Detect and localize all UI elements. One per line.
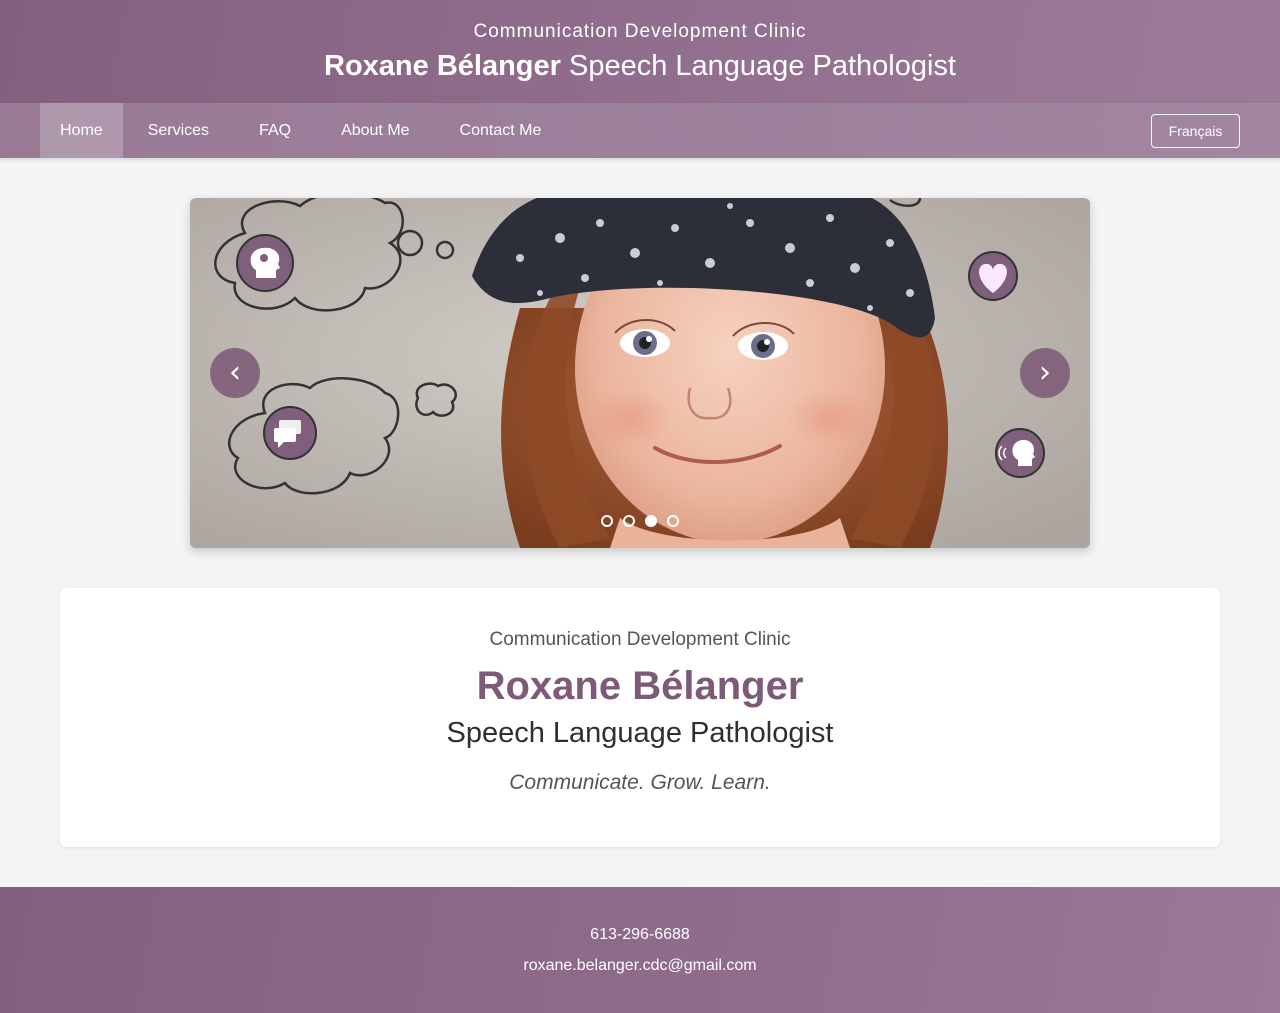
intro-practitioner-name: Roxane Bélanger [476,664,804,708]
speaking-head-icon [995,428,1045,478]
carousel-dot-2[interactable] [623,515,635,527]
header-title: Roxane Bélanger Speech Language Patholog… [0,48,1280,84]
brain-head-icon [236,234,294,292]
nav-item-faq[interactable]: FAQ [234,103,316,158]
language-toggle-button[interactable]: Français [1151,113,1240,148]
intro-clinic-name: Communication Development Clinic [489,629,791,650]
carousel-dot-1[interactable] [601,515,613,527]
nav-item-about-me[interactable]: About Me [316,103,434,158]
child-photo [472,198,949,548]
site-footer: 613-296-6688 roxane.belanger.cdc@gmail.c… [0,887,1280,1013]
carousel-slide-image [190,198,1090,548]
intro-tagline: Communicate. Grow. Learn. [509,771,771,794]
carousel-dot-4[interactable] [667,515,679,527]
header-practitioner-name: Roxane Bélanger [324,50,561,82]
intro-profession: Speech Language Pathologist [446,717,834,749]
footer-phone[interactable]: 613-296-6688 [0,925,1280,945]
carousel-indicators [190,515,1090,527]
hero-carousel: ‹ › [190,198,1090,548]
heart-icon [968,251,1018,301]
chat-bubbles-icon [263,406,317,460]
nav-item-services[interactable]: Services [123,103,234,158]
intro-card: Communication Development Clinic Roxane … [60,588,1220,847]
header-profession: Speech Language Pathologist [569,50,956,82]
nav-item-contact-me[interactable]: Contact Me [435,103,567,158]
carousel-prev-button[interactable]: ‹ [210,348,260,398]
header-clinic-name: Communication Development Clinic [473,21,807,42]
carousel-next-button[interactable]: › [1020,348,1070,398]
main-nav: Home Services FAQ About Me Contact Me Fr… [0,103,1280,158]
carousel-dot-3[interactable] [645,515,657,527]
site-header: Communication Development Clinic Roxane … [0,0,1280,103]
nav-item-home[interactable]: Home [40,103,123,158]
footer-email[interactable]: roxane.belanger.cdc@gmail.com [0,956,1280,976]
